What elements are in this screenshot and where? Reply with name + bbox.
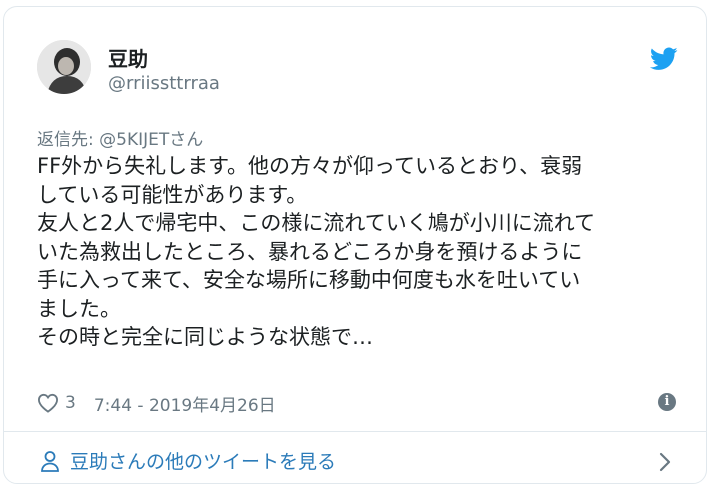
tweet-meta: 3 7:44 - 2019年4月26日 — [37, 391, 276, 416]
reply-context: 返信先: @5KIJETさん — [37, 125, 203, 150]
tweet-line: その時と完全に同じような状態で… — [37, 325, 373, 349]
timestamp-link[interactable]: 7:44 - 2019年4月26日 — [94, 391, 276, 416]
reply-prefix: 返信先: — [37, 130, 100, 150]
tweet-line: いた為救出したところ、暴れるどころか身を預けるように — [37, 239, 583, 264]
tweet-text: FF外から失礼します。他の方々が仰っているとおり、衰弱 している可能性があります… — [37, 152, 687, 352]
more-tweets-label[interactable]: 豆助さんの他のツイートを見る — [70, 447, 336, 474]
like-count[interactable]: 3 — [65, 393, 76, 413]
author-handle[interactable]: @rriissttrraa — [108, 73, 220, 94]
tweet-card: 豆助 @rriissttrraa 返信先: @5KIJETさん FF外から失礼し… — [3, 6, 707, 484]
tweet-line: している可能性があります。 — [37, 182, 308, 207]
person-icon — [41, 450, 59, 472]
chevron-right-icon[interactable] — [658, 451, 672, 473]
tweet-line: 友人と2人で帰宅中、この様に流れていく鳩が小川に流れて — [37, 211, 596, 235]
tweet-line: 手に入って来て、安全な場所に移動中何度も水を吐いてい — [37, 268, 581, 292]
reply-mention-link[interactable]: @5KIJETさん — [99, 130, 203, 150]
more-tweets-link[interactable]: 豆助さんの他のツイートを見る — [40, 447, 336, 474]
heart-icon[interactable] — [37, 393, 59, 413]
info-icon[interactable]: i — [658, 393, 676, 411]
twitter-bird-icon[interactable] — [650, 47, 678, 71]
tweet-line: ました。 — [37, 296, 121, 321]
avatar[interactable] — [37, 40, 91, 94]
divider — [4, 431, 706, 432]
tweet-line: FF外から失礼します。他の方々が仰っているとおり、衰弱 — [37, 154, 583, 178]
author-name[interactable]: 豆助 — [108, 43, 148, 72]
